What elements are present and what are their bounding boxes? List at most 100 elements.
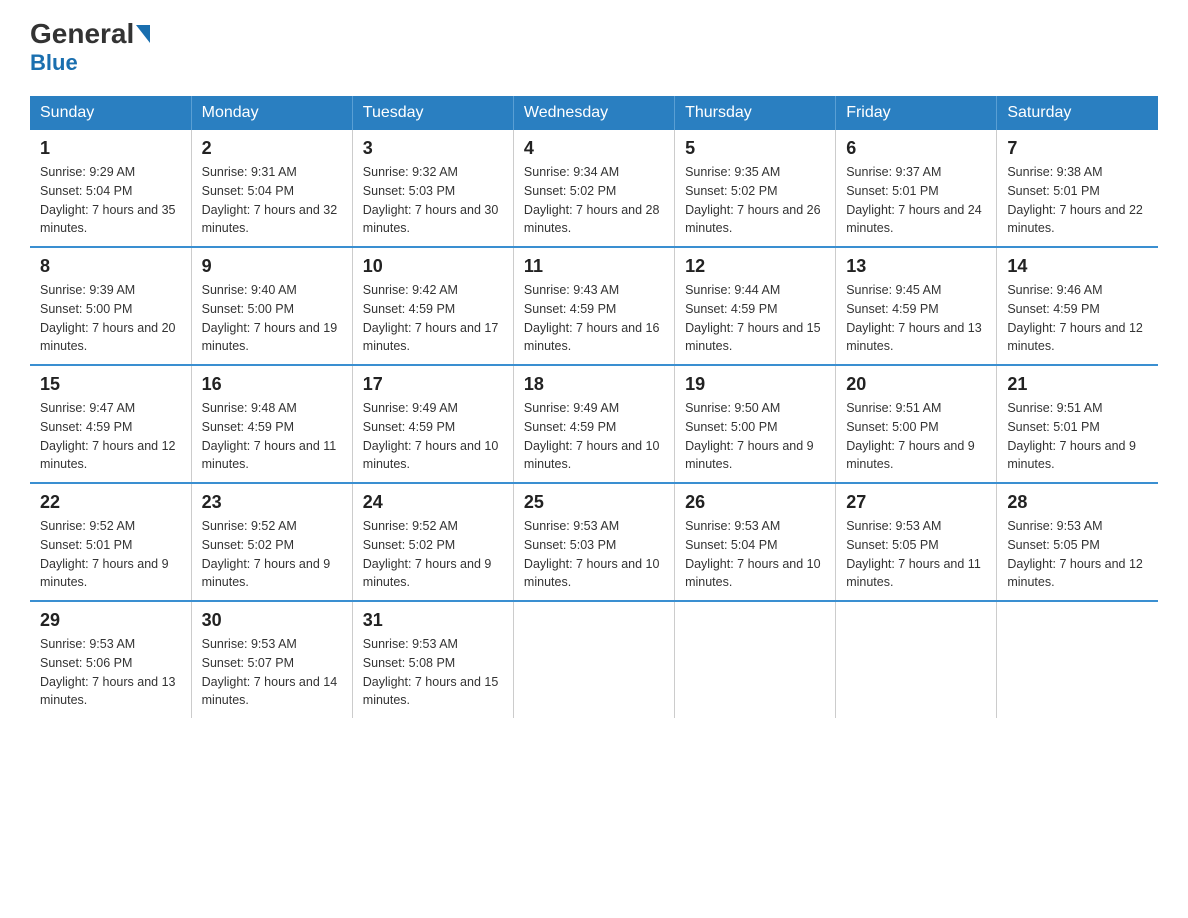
day-number: 18	[524, 374, 664, 395]
calendar-cell: 26 Sunrise: 9:53 AM Sunset: 5:04 PM Dayl…	[675, 483, 836, 601]
calendar-cell: 22 Sunrise: 9:52 AM Sunset: 5:01 PM Dayl…	[30, 483, 191, 601]
day-number: 21	[1007, 374, 1148, 395]
calendar-cell: 19 Sunrise: 9:50 AM Sunset: 5:00 PM Dayl…	[675, 365, 836, 483]
day-number: 26	[685, 492, 825, 513]
day-info: Sunrise: 9:52 AM Sunset: 5:02 PM Dayligh…	[363, 517, 503, 592]
day-number: 25	[524, 492, 664, 513]
calendar-cell: 21 Sunrise: 9:51 AM Sunset: 5:01 PM Dayl…	[997, 365, 1158, 483]
calendar-cell: 10 Sunrise: 9:42 AM Sunset: 4:59 PM Dayl…	[352, 247, 513, 365]
day-number: 24	[363, 492, 503, 513]
calendar-cell: 1 Sunrise: 9:29 AM Sunset: 5:04 PM Dayli…	[30, 130, 191, 247]
day-number: 12	[685, 256, 825, 277]
day-number: 29	[40, 610, 181, 631]
day-info: Sunrise: 9:40 AM Sunset: 5:00 PM Dayligh…	[202, 281, 342, 356]
day-number: 14	[1007, 256, 1148, 277]
calendar-cell: 14 Sunrise: 9:46 AM Sunset: 4:59 PM Dayl…	[997, 247, 1158, 365]
day-info: Sunrise: 9:53 AM Sunset: 5:07 PM Dayligh…	[202, 635, 342, 710]
day-number: 20	[846, 374, 986, 395]
day-number: 2	[202, 138, 342, 159]
calendar-cell: 20 Sunrise: 9:51 AM Sunset: 5:00 PM Dayl…	[836, 365, 997, 483]
day-info: Sunrise: 9:31 AM Sunset: 5:04 PM Dayligh…	[202, 163, 342, 238]
header-day-thursday: Thursday	[675, 96, 836, 130]
day-info: Sunrise: 9:53 AM Sunset: 5:04 PM Dayligh…	[685, 517, 825, 592]
day-info: Sunrise: 9:53 AM Sunset: 5:06 PM Dayligh…	[40, 635, 181, 710]
day-number: 4	[524, 138, 664, 159]
day-info: Sunrise: 9:50 AM Sunset: 5:00 PM Dayligh…	[685, 399, 825, 474]
calendar-week-row: 15 Sunrise: 9:47 AM Sunset: 4:59 PM Dayl…	[30, 365, 1158, 483]
day-info: Sunrise: 9:42 AM Sunset: 4:59 PM Dayligh…	[363, 281, 503, 356]
day-number: 9	[202, 256, 342, 277]
calendar-cell: 7 Sunrise: 9:38 AM Sunset: 5:01 PM Dayli…	[997, 130, 1158, 247]
calendar-cell: 5 Sunrise: 9:35 AM Sunset: 5:02 PM Dayli…	[675, 130, 836, 247]
day-info: Sunrise: 9:46 AM Sunset: 4:59 PM Dayligh…	[1007, 281, 1148, 356]
day-info: Sunrise: 9:51 AM Sunset: 5:01 PM Dayligh…	[1007, 399, 1148, 474]
day-number: 15	[40, 374, 181, 395]
day-info: Sunrise: 9:44 AM Sunset: 4:59 PM Dayligh…	[685, 281, 825, 356]
day-number: 6	[846, 138, 986, 159]
calendar-cell: 23 Sunrise: 9:52 AM Sunset: 5:02 PM Dayl…	[191, 483, 352, 601]
day-number: 7	[1007, 138, 1148, 159]
calendar-week-row: 1 Sunrise: 9:29 AM Sunset: 5:04 PM Dayli…	[30, 130, 1158, 247]
calendar-cell: 30 Sunrise: 9:53 AM Sunset: 5:07 PM Dayl…	[191, 601, 352, 718]
day-number: 30	[202, 610, 342, 631]
day-info: Sunrise: 9:53 AM Sunset: 5:05 PM Dayligh…	[1007, 517, 1148, 592]
header-day-sunday: Sunday	[30, 96, 191, 130]
day-info: Sunrise: 9:38 AM Sunset: 5:01 PM Dayligh…	[1007, 163, 1148, 238]
calendar-cell	[997, 601, 1158, 718]
calendar-cell: 8 Sunrise: 9:39 AM Sunset: 5:00 PM Dayli…	[30, 247, 191, 365]
calendar-cell	[836, 601, 997, 718]
calendar-cell: 29 Sunrise: 9:53 AM Sunset: 5:06 PM Dayl…	[30, 601, 191, 718]
day-info: Sunrise: 9:29 AM Sunset: 5:04 PM Dayligh…	[40, 163, 181, 238]
logo-general: General	[30, 20, 134, 48]
calendar-cell: 24 Sunrise: 9:52 AM Sunset: 5:02 PM Dayl…	[352, 483, 513, 601]
day-number: 10	[363, 256, 503, 277]
day-number: 19	[685, 374, 825, 395]
page-header: General Blue	[30, 20, 1158, 76]
calendar-cell: 17 Sunrise: 9:49 AM Sunset: 4:59 PM Dayl…	[352, 365, 513, 483]
calendar-cell: 25 Sunrise: 9:53 AM Sunset: 5:03 PM Dayl…	[513, 483, 674, 601]
header-day-monday: Monday	[191, 96, 352, 130]
day-number: 28	[1007, 492, 1148, 513]
header-day-wednesday: Wednesday	[513, 96, 674, 130]
day-info: Sunrise: 9:53 AM Sunset: 5:03 PM Dayligh…	[524, 517, 664, 592]
calendar-cell: 15 Sunrise: 9:47 AM Sunset: 4:59 PM Dayl…	[30, 365, 191, 483]
day-info: Sunrise: 9:52 AM Sunset: 5:02 PM Dayligh…	[202, 517, 342, 592]
calendar-cell	[675, 601, 836, 718]
logo-arrow-icon	[136, 25, 150, 43]
calendar-header-row: SundayMondayTuesdayWednesdayThursdayFrid…	[30, 96, 1158, 130]
day-info: Sunrise: 9:49 AM Sunset: 4:59 PM Dayligh…	[363, 399, 503, 474]
day-number: 27	[846, 492, 986, 513]
calendar-table: SundayMondayTuesdayWednesdayThursdayFrid…	[30, 96, 1158, 718]
day-number: 16	[202, 374, 342, 395]
calendar-cell: 11 Sunrise: 9:43 AM Sunset: 4:59 PM Dayl…	[513, 247, 674, 365]
calendar-cell: 13 Sunrise: 9:45 AM Sunset: 4:59 PM Dayl…	[836, 247, 997, 365]
calendar-cell: 12 Sunrise: 9:44 AM Sunset: 4:59 PM Dayl…	[675, 247, 836, 365]
calendar-cell: 2 Sunrise: 9:31 AM Sunset: 5:04 PM Dayli…	[191, 130, 352, 247]
day-number: 3	[363, 138, 503, 159]
day-number: 17	[363, 374, 503, 395]
calendar-cell: 28 Sunrise: 9:53 AM Sunset: 5:05 PM Dayl…	[997, 483, 1158, 601]
calendar-cell: 4 Sunrise: 9:34 AM Sunset: 5:02 PM Dayli…	[513, 130, 674, 247]
day-info: Sunrise: 9:52 AM Sunset: 5:01 PM Dayligh…	[40, 517, 181, 592]
header-day-tuesday: Tuesday	[352, 96, 513, 130]
calendar-cell: 31 Sunrise: 9:53 AM Sunset: 5:08 PM Dayl…	[352, 601, 513, 718]
day-number: 22	[40, 492, 181, 513]
header-day-saturday: Saturday	[997, 96, 1158, 130]
day-number: 1	[40, 138, 181, 159]
day-info: Sunrise: 9:49 AM Sunset: 4:59 PM Dayligh…	[524, 399, 664, 474]
calendar-week-row: 29 Sunrise: 9:53 AM Sunset: 5:06 PM Dayl…	[30, 601, 1158, 718]
logo-blue: Blue	[30, 50, 78, 76]
day-number: 23	[202, 492, 342, 513]
header-day-friday: Friday	[836, 96, 997, 130]
calendar-cell: 18 Sunrise: 9:49 AM Sunset: 4:59 PM Dayl…	[513, 365, 674, 483]
day-info: Sunrise: 9:45 AM Sunset: 4:59 PM Dayligh…	[846, 281, 986, 356]
day-number: 5	[685, 138, 825, 159]
calendar-cell: 6 Sunrise: 9:37 AM Sunset: 5:01 PM Dayli…	[836, 130, 997, 247]
calendar-cell: 3 Sunrise: 9:32 AM Sunset: 5:03 PM Dayli…	[352, 130, 513, 247]
day-info: Sunrise: 9:37 AM Sunset: 5:01 PM Dayligh…	[846, 163, 986, 238]
day-info: Sunrise: 9:53 AM Sunset: 5:08 PM Dayligh…	[363, 635, 503, 710]
day-number: 31	[363, 610, 503, 631]
day-number: 8	[40, 256, 181, 277]
day-info: Sunrise: 9:51 AM Sunset: 5:00 PM Dayligh…	[846, 399, 986, 474]
calendar-cell: 16 Sunrise: 9:48 AM Sunset: 4:59 PM Dayl…	[191, 365, 352, 483]
